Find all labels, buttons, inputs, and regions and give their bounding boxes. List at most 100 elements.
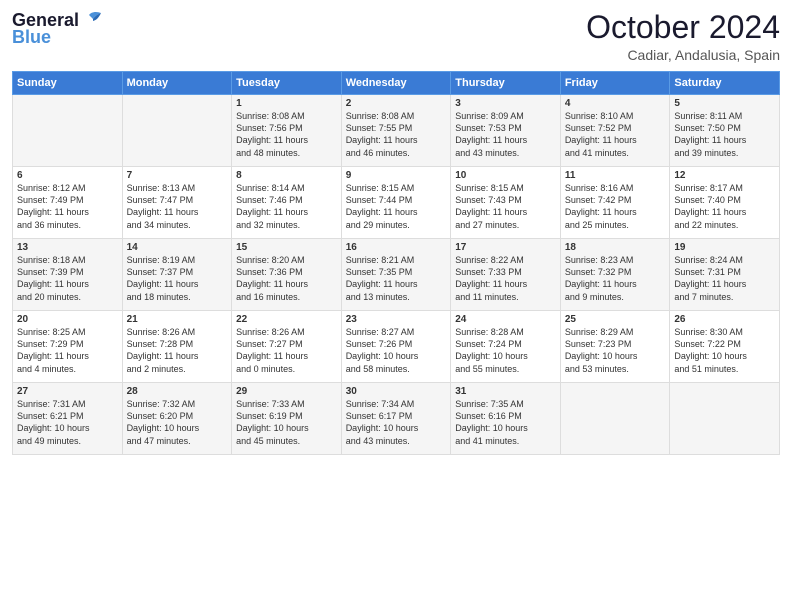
day-info: Sunrise: 8:20 AM Sunset: 7:36 PM Dayligh… (236, 254, 337, 303)
day-cell: 26Sunrise: 8:30 AM Sunset: 7:22 PM Dayli… (670, 311, 780, 383)
day-number: 7 (127, 170, 228, 181)
day-number: 25 (565, 314, 666, 325)
day-info: Sunrise: 8:12 AM Sunset: 7:49 PM Dayligh… (17, 182, 118, 231)
day-cell: 18Sunrise: 8:23 AM Sunset: 7:32 PM Dayli… (560, 239, 670, 311)
day-info: Sunrise: 8:15 AM Sunset: 7:44 PM Dayligh… (346, 182, 447, 231)
day-cell: 8Sunrise: 8:14 AM Sunset: 7:46 PM Daylig… (232, 167, 342, 239)
day-number: 4 (565, 98, 666, 109)
day-cell: 4Sunrise: 8:10 AM Sunset: 7:52 PM Daylig… (560, 95, 670, 167)
day-info: Sunrise: 8:30 AM Sunset: 7:22 PM Dayligh… (674, 326, 775, 375)
day-cell: 31Sunrise: 7:35 AM Sunset: 6:16 PM Dayli… (451, 383, 561, 455)
day-cell: 13Sunrise: 8:18 AM Sunset: 7:39 PM Dayli… (13, 239, 123, 311)
location-subtitle: Cadiar, Andalusia, Spain (586, 47, 780, 63)
day-cell: 25Sunrise: 8:29 AM Sunset: 7:23 PM Dayli… (560, 311, 670, 383)
day-number: 5 (674, 98, 775, 109)
header-cell-wednesday: Wednesday (341, 72, 451, 95)
day-cell: 3Sunrise: 8:09 AM Sunset: 7:53 PM Daylig… (451, 95, 561, 167)
day-number: 8 (236, 170, 337, 181)
day-cell: 23Sunrise: 8:27 AM Sunset: 7:26 PM Dayli… (341, 311, 451, 383)
day-info: Sunrise: 8:29 AM Sunset: 7:23 PM Dayligh… (565, 326, 666, 375)
day-info: Sunrise: 7:31 AM Sunset: 6:21 PM Dayligh… (17, 398, 118, 447)
logo-blue: Blue (12, 27, 51, 48)
day-cell: 6Sunrise: 8:12 AM Sunset: 7:49 PM Daylig… (13, 167, 123, 239)
header-cell-tuesday: Tuesday (232, 72, 342, 95)
week-row-4: 20Sunrise: 8:25 AM Sunset: 7:29 PM Dayli… (13, 311, 780, 383)
day-info: Sunrise: 8:21 AM Sunset: 7:35 PM Dayligh… (346, 254, 447, 303)
day-number: 13 (17, 242, 118, 253)
day-number: 12 (674, 170, 775, 181)
week-row-5: 27Sunrise: 7:31 AM Sunset: 6:21 PM Dayli… (13, 383, 780, 455)
day-number: 1 (236, 98, 337, 109)
day-number: 10 (455, 170, 556, 181)
week-row-3: 13Sunrise: 8:18 AM Sunset: 7:39 PM Dayli… (13, 239, 780, 311)
week-row-1: 1Sunrise: 8:08 AM Sunset: 7:56 PM Daylig… (13, 95, 780, 167)
day-cell: 27Sunrise: 7:31 AM Sunset: 6:21 PM Dayli… (13, 383, 123, 455)
day-info: Sunrise: 8:10 AM Sunset: 7:52 PM Dayligh… (565, 110, 666, 159)
day-cell (13, 95, 123, 167)
day-cell: 29Sunrise: 7:33 AM Sunset: 6:19 PM Dayli… (232, 383, 342, 455)
day-number: 16 (346, 242, 447, 253)
logo: General Blue (12, 10, 103, 48)
day-cell: 28Sunrise: 7:32 AM Sunset: 6:20 PM Dayli… (122, 383, 232, 455)
logo-bird-icon (81, 11, 103, 29)
day-info: Sunrise: 8:23 AM Sunset: 7:32 PM Dayligh… (565, 254, 666, 303)
day-cell: 12Sunrise: 8:17 AM Sunset: 7:40 PM Dayli… (670, 167, 780, 239)
day-info: Sunrise: 8:25 AM Sunset: 7:29 PM Dayligh… (17, 326, 118, 375)
day-cell: 11Sunrise: 8:16 AM Sunset: 7:42 PM Dayli… (560, 167, 670, 239)
main-container: General Blue October 2024 Cadiar, Andalu… (0, 0, 792, 612)
day-number: 28 (127, 386, 228, 397)
day-number: 31 (455, 386, 556, 397)
day-cell: 14Sunrise: 8:19 AM Sunset: 7:37 PM Dayli… (122, 239, 232, 311)
header-cell-thursday: Thursday (451, 72, 561, 95)
day-number: 3 (455, 98, 556, 109)
day-info: Sunrise: 8:13 AM Sunset: 7:47 PM Dayligh… (127, 182, 228, 231)
title-section: October 2024 Cadiar, Andalusia, Spain (586, 10, 780, 63)
day-cell (670, 383, 780, 455)
day-number: 17 (455, 242, 556, 253)
header-cell-sunday: Sunday (13, 72, 123, 95)
day-number: 20 (17, 314, 118, 325)
day-info: Sunrise: 8:22 AM Sunset: 7:33 PM Dayligh… (455, 254, 556, 303)
day-number: 15 (236, 242, 337, 253)
day-cell: 19Sunrise: 8:24 AM Sunset: 7:31 PM Dayli… (670, 239, 780, 311)
calendar-table: SundayMondayTuesdayWednesdayThursdayFrid… (12, 71, 780, 455)
day-number: 23 (346, 314, 447, 325)
day-number: 27 (17, 386, 118, 397)
day-info: Sunrise: 7:35 AM Sunset: 6:16 PM Dayligh… (455, 398, 556, 447)
day-cell: 2Sunrise: 8:08 AM Sunset: 7:55 PM Daylig… (341, 95, 451, 167)
day-cell (560, 383, 670, 455)
day-info: Sunrise: 8:15 AM Sunset: 7:43 PM Dayligh… (455, 182, 556, 231)
day-info: Sunrise: 8:17 AM Sunset: 7:40 PM Dayligh… (674, 182, 775, 231)
day-info: Sunrise: 8:28 AM Sunset: 7:24 PM Dayligh… (455, 326, 556, 375)
day-cell: 15Sunrise: 8:20 AM Sunset: 7:36 PM Dayli… (232, 239, 342, 311)
day-cell: 24Sunrise: 8:28 AM Sunset: 7:24 PM Dayli… (451, 311, 561, 383)
week-row-2: 6Sunrise: 8:12 AM Sunset: 7:49 PM Daylig… (13, 167, 780, 239)
day-info: Sunrise: 7:33 AM Sunset: 6:19 PM Dayligh… (236, 398, 337, 447)
day-info: Sunrise: 8:16 AM Sunset: 7:42 PM Dayligh… (565, 182, 666, 231)
month-title: October 2024 (586, 10, 780, 45)
day-number: 22 (236, 314, 337, 325)
day-number: 9 (346, 170, 447, 181)
day-cell: 21Sunrise: 8:26 AM Sunset: 7:28 PM Dayli… (122, 311, 232, 383)
day-cell: 20Sunrise: 8:25 AM Sunset: 7:29 PM Dayli… (13, 311, 123, 383)
day-number: 19 (674, 242, 775, 253)
day-number: 30 (346, 386, 447, 397)
day-cell: 17Sunrise: 8:22 AM Sunset: 7:33 PM Dayli… (451, 239, 561, 311)
day-info: Sunrise: 8:08 AM Sunset: 7:55 PM Dayligh… (346, 110, 447, 159)
day-info: Sunrise: 7:32 AM Sunset: 6:20 PM Dayligh… (127, 398, 228, 447)
day-info: Sunrise: 8:27 AM Sunset: 7:26 PM Dayligh… (346, 326, 447, 375)
header-row: SundayMondayTuesdayWednesdayThursdayFrid… (13, 72, 780, 95)
day-info: Sunrise: 8:19 AM Sunset: 7:37 PM Dayligh… (127, 254, 228, 303)
day-info: Sunrise: 8:24 AM Sunset: 7:31 PM Dayligh… (674, 254, 775, 303)
day-info: Sunrise: 7:34 AM Sunset: 6:17 PM Dayligh… (346, 398, 447, 447)
day-cell: 1Sunrise: 8:08 AM Sunset: 7:56 PM Daylig… (232, 95, 342, 167)
header-cell-saturday: Saturday (670, 72, 780, 95)
day-number: 29 (236, 386, 337, 397)
day-cell: 16Sunrise: 8:21 AM Sunset: 7:35 PM Dayli… (341, 239, 451, 311)
day-cell: 9Sunrise: 8:15 AM Sunset: 7:44 PM Daylig… (341, 167, 451, 239)
day-info: Sunrise: 8:08 AM Sunset: 7:56 PM Dayligh… (236, 110, 337, 159)
day-number: 6 (17, 170, 118, 181)
day-number: 11 (565, 170, 666, 181)
day-info: Sunrise: 8:26 AM Sunset: 7:27 PM Dayligh… (236, 326, 337, 375)
day-cell (122, 95, 232, 167)
